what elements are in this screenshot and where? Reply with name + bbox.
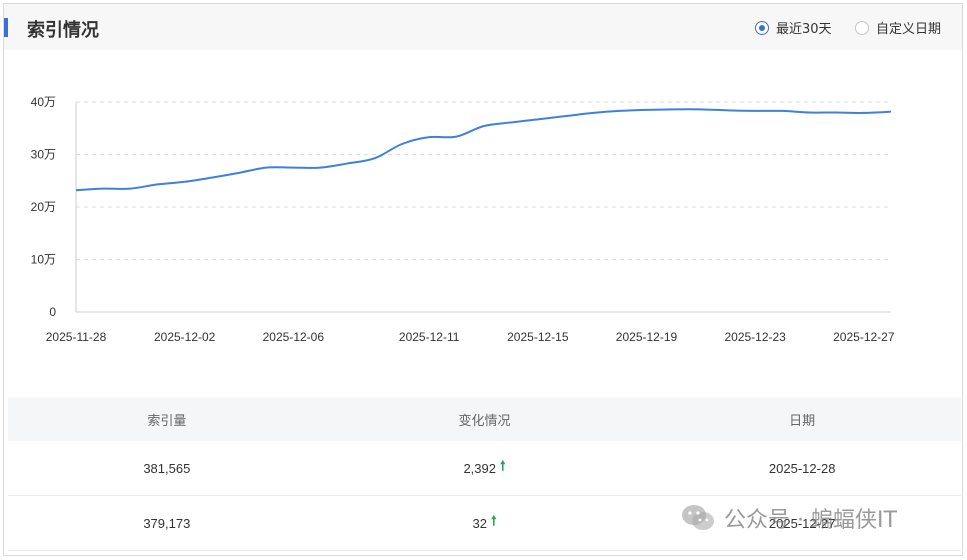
radio-checked-icon[interactable] — [755, 20, 769, 35]
range-option-custom-date[interactable]: 自定义日期 — [855, 18, 941, 37]
series-line — [75, 108, 892, 192]
range-option-label: 最近30天 — [776, 22, 832, 37]
index-status-panel: 索引情况 最近30天 自定义日期 0 10万 20万 30万 40万 2025-11-28… — [3, 3, 963, 556]
index-line-chart: 0 10万 20万 30万 40万 2025-11-28 2025-12-02 2025-12… — [4, 50, 962, 390]
y-tick-label: 30万 — [31, 148, 56, 162]
y-tick-label: 0 — [49, 305, 56, 319]
y-tick-label: 40万 — [31, 95, 56, 109]
cell-change: 32 🠕 — [326, 512, 644, 534]
x-tick-label: 2025-12-27 — [833, 330, 895, 344]
up-arrow-icon: 🠕 — [490, 513, 497, 528]
up-arrow-icon: 🠕 — [499, 458, 506, 473]
cell-index-count: 381,565 — [143, 460, 191, 476]
x-tick-label: 2025-11-28 — [46, 330, 107, 344]
change-value: 2,392 — [463, 460, 496, 476]
header-index-count: 索引量 — [147, 414, 187, 429]
watermark: 公众号 · 蝙蝠侠IT — [680, 502, 897, 534]
change-value: 32 — [472, 515, 487, 531]
panel-header: 索引情况 最近30天 自定义日期 — [4, 4, 962, 50]
x-tick-label: 2025-12-02 — [154, 330, 216, 344]
header-change: 变化情况 — [458, 414, 511, 429]
y-tick-label: 10万 — [31, 253, 56, 267]
y-tick-label: 20万 — [31, 200, 56, 214]
header-date: 日期 — [789, 414, 816, 429]
x-tick-label: 2025-12-11 — [399, 330, 460, 344]
chart-svg: 0 10万 20万 30万 40万 2025-11-28 2025-12-02 2025-12… — [31, 95, 895, 344]
cell-date: 2025-12-28 — [768, 460, 836, 476]
title-accent-bar — [4, 18, 8, 37]
wechat-icon — [682, 505, 714, 530]
range-option-label: 自定义日期 — [876, 22, 942, 37]
cell-change: 2,392 🠕 — [326, 457, 644, 479]
cell-index-count: 379,173 — [143, 515, 191, 531]
radio-unchecked-icon[interactable] — [855, 20, 869, 35]
x-tick-label: 2025-12-15 — [507, 330, 569, 344]
watermark-text: 公众号 · 蝙蝠侠IT — [724, 508, 897, 533]
panel-title: 索引情况 — [27, 20, 99, 41]
x-tick-label: 2025-12-06 — [263, 330, 325, 344]
range-option-last-30-days[interactable]: 最近30天 — [755, 18, 832, 37]
x-tick-label: 2025-12-19 — [616, 330, 678, 344]
table-row: 381,565 2,392 🠕 2025-12-28 — [8, 441, 961, 496]
table-header: 索引量 变化情况 日期 — [8, 398, 961, 441]
x-tick-label: 2025-12-23 — [724, 330, 786, 344]
